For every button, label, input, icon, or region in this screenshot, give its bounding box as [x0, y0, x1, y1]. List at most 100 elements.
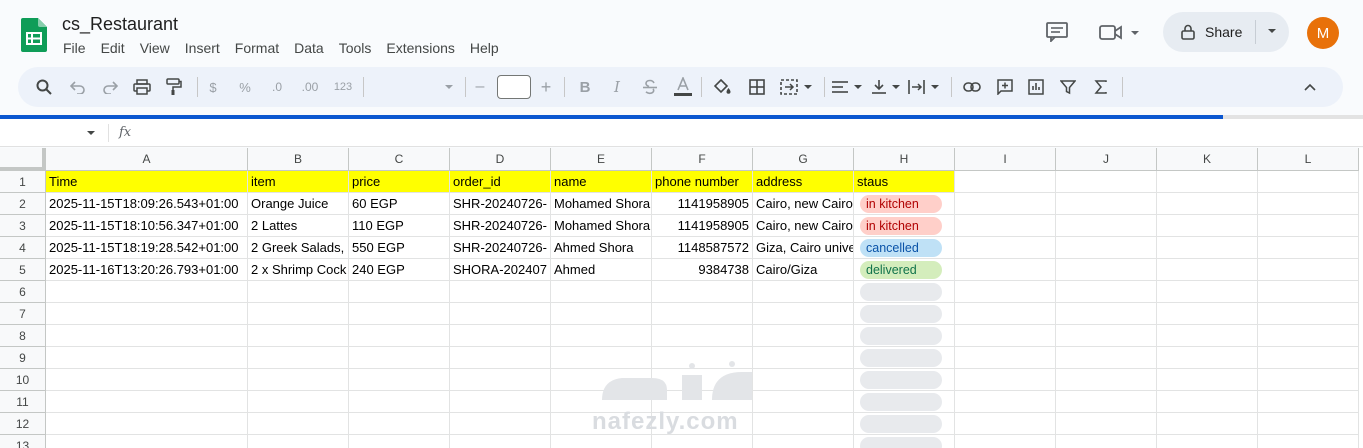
horizontal-align-icon[interactable] — [830, 67, 864, 107]
cell-l6[interactable] — [1258, 281, 1359, 303]
cell-g5[interactable]: Cairo/Giza — [753, 259, 854, 281]
bold-button[interactable]: B — [574, 67, 596, 107]
cell-d13[interactable] — [450, 435, 551, 448]
status-chip[interactable]: delivered — [860, 260, 942, 279]
column-header-h[interactable]: H — [854, 148, 955, 171]
cell-d2[interactable]: SHR-20240726- — [450, 193, 551, 215]
cell-f13[interactable] — [652, 435, 753, 448]
cell-c3[interactable]: 110 EGP — [349, 215, 450, 237]
cell-i13[interactable] — [955, 435, 1056, 448]
cell-j4[interactable] — [1056, 237, 1157, 259]
cell-i12[interactable] — [955, 413, 1056, 435]
cell-i4[interactable] — [955, 237, 1056, 259]
cell-i2[interactable] — [955, 193, 1056, 215]
cell-g9[interactable] — [753, 347, 854, 369]
cell-g2[interactable]: Cairo, new Cairo — [753, 193, 854, 215]
column-header-g[interactable]: G — [753, 148, 854, 171]
cell-f10[interactable] — [652, 369, 753, 391]
cell-a9[interactable] — [46, 347, 248, 369]
cell-d10[interactable] — [450, 369, 551, 391]
cell-g13[interactable] — [753, 435, 854, 448]
insert-chart-icon[interactable] — [1024, 67, 1048, 107]
cell-j9[interactable] — [1056, 347, 1157, 369]
cell-g7[interactable] — [753, 303, 854, 325]
cell-f9[interactable] — [652, 347, 753, 369]
cell-g12[interactable] — [753, 413, 854, 435]
cell-e13[interactable] — [551, 435, 652, 448]
cell-e6[interactable] — [551, 281, 652, 303]
cell-h1[interactable]: staus — [854, 171, 955, 193]
cell-j2[interactable] — [1056, 193, 1157, 215]
cell-a4[interactable]: 2025-11-15T18:19:28.542+01:00 — [46, 237, 248, 259]
borders-icon[interactable] — [745, 67, 769, 107]
cell-h2[interactable]: in kitchen — [854, 193, 955, 215]
increase-decimal-button[interactable]: .00 — [296, 67, 324, 107]
row-header-9[interactable]: 9 — [0, 347, 46, 369]
cell-c8[interactable] — [349, 325, 450, 347]
menu-help[interactable]: Help — [470, 40, 499, 56]
status-chip[interactable]: cancelled — [860, 238, 942, 257]
cell-j8[interactable] — [1056, 325, 1157, 347]
insert-link-icon[interactable] — [960, 67, 984, 107]
column-header-b[interactable]: B — [248, 148, 349, 171]
increase-font-size-button[interactable]: + — [536, 67, 556, 107]
cell-d1[interactable]: order_id — [450, 171, 551, 193]
cell-a10[interactable] — [46, 369, 248, 391]
cell-c6[interactable] — [349, 281, 450, 303]
cell-g11[interactable] — [753, 391, 854, 413]
cell-l3[interactable] — [1258, 215, 1359, 237]
column-header-j[interactable]: J — [1056, 148, 1157, 171]
cell-j12[interactable] — [1056, 413, 1157, 435]
cell-a11[interactable] — [46, 391, 248, 413]
cell-h6[interactable] — [854, 281, 955, 303]
row-header-6[interactable]: 6 — [0, 281, 46, 303]
cell-b2[interactable]: Orange Juice — [248, 193, 349, 215]
cell-i1[interactable] — [955, 171, 1056, 193]
undo-icon[interactable] — [66, 67, 90, 107]
merge-cells-icon[interactable] — [777, 67, 817, 107]
cell-j10[interactable] — [1056, 369, 1157, 391]
row-header-7[interactable]: 7 — [0, 303, 46, 325]
cell-h12[interactable] — [854, 413, 955, 435]
cell-l2[interactable] — [1258, 193, 1359, 215]
text-color-icon[interactable] — [670, 67, 696, 107]
column-header-a[interactable]: A — [46, 148, 248, 171]
cell-d9[interactable] — [450, 347, 551, 369]
row-header-8[interactable]: 8 — [0, 325, 46, 347]
column-header-d[interactable]: D — [450, 148, 551, 171]
column-header-f[interactable]: F — [652, 148, 753, 171]
cell-k13[interactable] — [1157, 435, 1258, 448]
cell-c5[interactable]: 240 EGP — [349, 259, 450, 281]
cell-e4[interactable]: Ahmed Shora — [551, 237, 652, 259]
decrease-font-size-button[interactable]: – — [470, 67, 490, 107]
functions-sigma-icon[interactable] — [1089, 67, 1113, 107]
cell-k6[interactable] — [1157, 281, 1258, 303]
font-size-input[interactable] — [497, 75, 531, 99]
cell-c10[interactable] — [349, 369, 450, 391]
cell-e2[interactable]: Mohamed Shora — [551, 193, 652, 215]
column-header-k[interactable]: K — [1157, 148, 1258, 171]
status-chip[interactable]: in kitchen — [860, 216, 942, 235]
account-avatar[interactable]: M — [1307, 17, 1339, 49]
search-menus-icon[interactable] — [32, 67, 56, 107]
select-all-corner[interactable] — [0, 148, 46, 171]
cell-a8[interactable] — [46, 325, 248, 347]
column-header-l[interactable]: L — [1258, 148, 1359, 171]
cell-c7[interactable] — [349, 303, 450, 325]
cell-h5[interactable]: delivered — [854, 259, 955, 281]
insert-comment-icon[interactable] — [993, 67, 1017, 107]
cell-h8[interactable] — [854, 325, 955, 347]
cell-j3[interactable] — [1056, 215, 1157, 237]
cell-j1[interactable] — [1056, 171, 1157, 193]
cell-a13[interactable] — [46, 435, 248, 448]
cell-d6[interactable] — [450, 281, 551, 303]
cell-k4[interactable] — [1157, 237, 1258, 259]
row-header-5[interactable]: 5 — [0, 259, 46, 281]
cell-k12[interactable] — [1157, 413, 1258, 435]
vertical-align-icon[interactable] — [870, 67, 904, 107]
cell-d4[interactable]: SHR-20240726- — [450, 237, 551, 259]
cell-l11[interactable] — [1258, 391, 1359, 413]
cell-e3[interactable]: Mohamed Shora — [551, 215, 652, 237]
cell-f6[interactable] — [652, 281, 753, 303]
menu-insert[interactable]: Insert — [185, 40, 220, 56]
